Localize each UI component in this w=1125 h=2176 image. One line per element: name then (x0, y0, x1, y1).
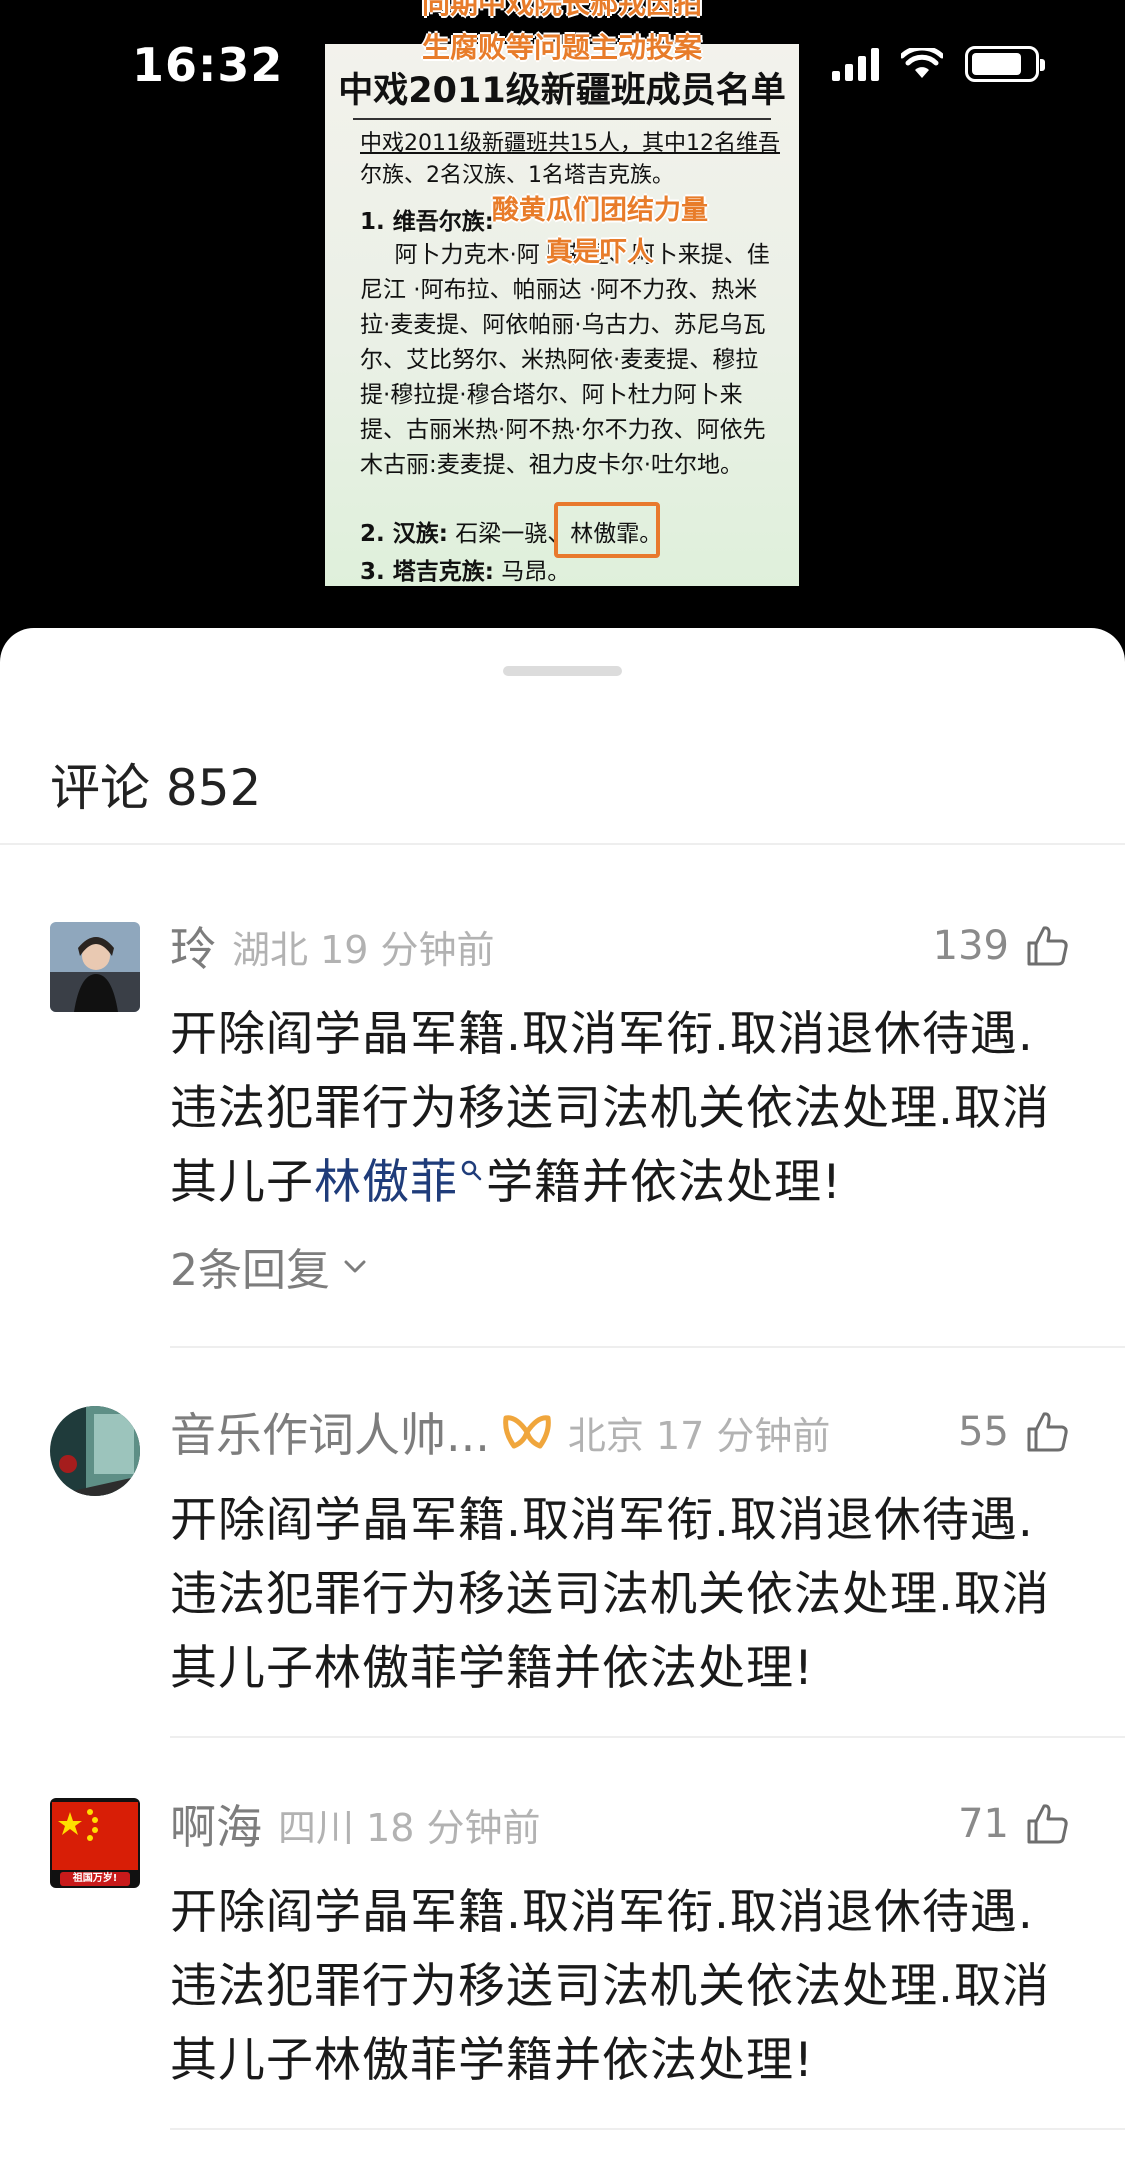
status-icons (832, 46, 1045, 82)
comment-divider (170, 2128, 1125, 2130)
sheet-drag-handle[interactable] (503, 666, 622, 676)
cellular-signal-icon (832, 47, 879, 81)
username[interactable]: 音乐作词人帅... (170, 1399, 490, 1465)
thumbs-up-icon (1027, 1412, 1068, 1452)
avatar[interactable] (50, 922, 140, 1012)
tajik-row: 3. 塔吉克族: 马昂。 (360, 552, 570, 586)
like-count: 55 (958, 1409, 1009, 1455)
comment-meta: 玲 湖北 19 分钟前 (170, 916, 495, 976)
like-count: 139 (932, 923, 1009, 969)
overlay-caption-top-1: 同期中戏院长郝戎因拍 (421, 0, 702, 20)
avatar[interactable]: 祖国万岁! (50, 1798, 140, 1888)
view-replies-button[interactable]: 2条回复 (170, 1234, 372, 1298)
overlay-caption-mid-2: 真是吓人 (546, 237, 654, 268)
location-time: 四川 18 分钟前 (278, 1805, 541, 1850)
tajik-label: 3. 塔吉克族: (360, 559, 494, 585)
overlay-caption-mid-1: 酸黄瓜们团结力量 (492, 195, 708, 226)
status-time: 16:32 (132, 38, 284, 92)
username[interactable]: 玲 (170, 913, 216, 979)
uyghur-names: 阿卜力克木·阿卜来提、阿卜来提、佳尼江 ·阿布拉、帕丽达 ·阿不力孜、热米拉·麦… (360, 242, 770, 478)
thumbs-up-icon (1027, 926, 1068, 966)
video-frame: 中戏2011级新疆班成员名单 中戏2011级新疆班共15人，其中12名维吾 尔族… (325, 44, 799, 586)
like-button[interactable]: 71 (958, 1794, 1071, 1854)
comment-text-part: 学籍并依法处理! (486, 1155, 842, 1210)
avatar-caption: 祖国万岁! (72, 1873, 118, 1884)
comment-divider (170, 1346, 1125, 1348)
document-title: 中戏2011级新疆班成员名单 (338, 71, 786, 111)
comments-sheet: 评论 852 玲 湖北 19 分钟前 139 开除阎学晶军籍.取消军衔.取消退休… (0, 628, 1125, 2176)
document-rule (353, 118, 771, 120)
overlay-caption-top-2: 生腐败等问题主动投案 (421, 31, 702, 64)
video-area[interactable]: 16:32 中戏2011级新疆班成员名单 中戏2011级新疆班共15人，其中12… (0, 0, 1125, 660)
comment-text: 开除阎学晶军籍.取消军衔.取消退休待遇.违法犯罪行为移送司法机关依法处理.取消其… (170, 1493, 1050, 1696)
comment-meta: 啊海 四川 18 分钟前 (170, 1794, 541, 1854)
document-summary-line1: 中戏2011级新疆班共15人，其中12名维吾 (360, 131, 780, 156)
battery-icon (965, 46, 1045, 82)
tajik-names: 马昂。 (501, 559, 571, 585)
chevron-down-icon (344, 1260, 366, 1273)
comment-meta: 音乐作词人帅... 北京 17 分钟前 (170, 1402, 830, 1462)
search-icon (461, 1161, 482, 1181)
avatar-photo-icon (50, 922, 140, 1012)
location-time: 北京 17 分钟前 (567, 1413, 831, 1458)
han-label: 2. 汉族: (360, 521, 448, 547)
location-time: 湖北 19 分钟前 (232, 927, 495, 972)
thumbs-up-icon (1027, 1804, 1068, 1844)
vip-badge-icon (503, 1415, 551, 1449)
like-count: 71 (958, 1801, 1009, 1847)
comment-divider (170, 1736, 1125, 1738)
like-button[interactable]: 139 (933, 916, 1071, 976)
avatar-photo-icon (50, 1406, 140, 1496)
replies-label: 2条回复 (170, 1245, 330, 1296)
highlight-box (554, 502, 660, 558)
like-button[interactable]: 55 (958, 1402, 1071, 1462)
username[interactable]: 啊海 (170, 1791, 262, 1857)
wifi-icon (901, 48, 943, 78)
header-divider (0, 843, 1125, 845)
comment-text: 开除阎学晶军籍.取消军衔.取消退休待遇.违法犯罪行为移送司法机关依法处理.取消其… (170, 998, 1070, 1220)
search-link[interactable]: 林傲菲 (314, 1155, 458, 1210)
comments-count-title: 评论 852 (50, 759, 262, 817)
comment-text: 开除阎学晶军籍.取消军衔.取消退休待遇.违法犯罪行为移送司法机关依法处理.取消其… (170, 1885, 1050, 2088)
avatar[interactable] (50, 1406, 140, 1496)
